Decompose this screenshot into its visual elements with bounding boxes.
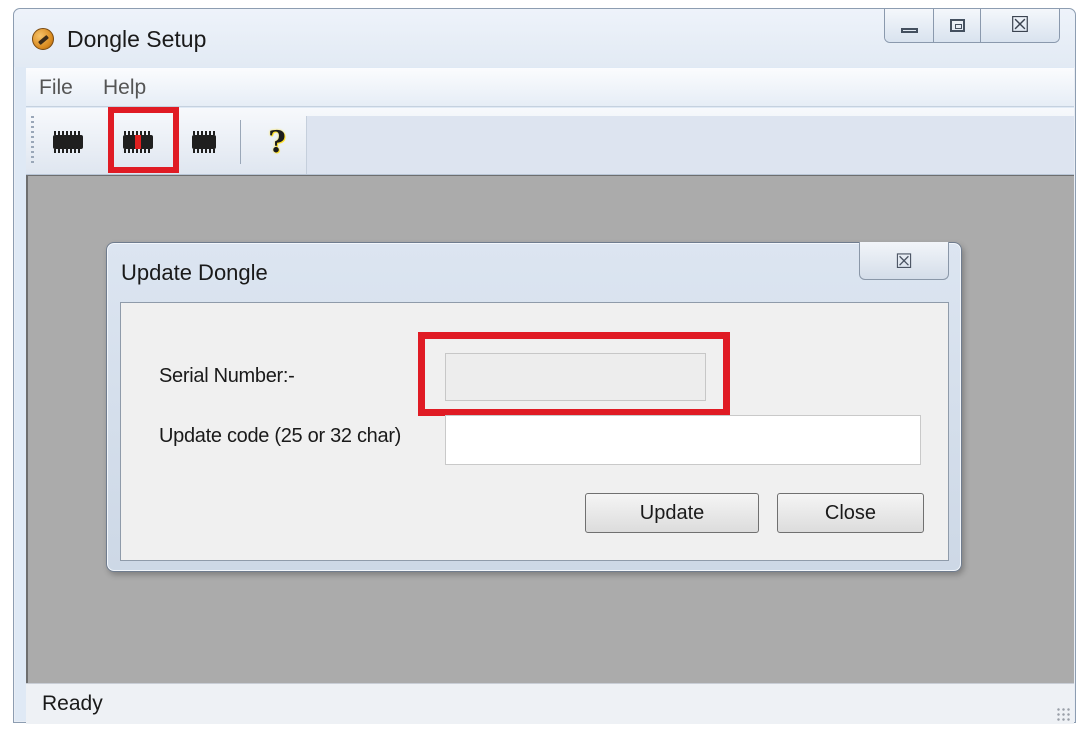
dongle-chip-icon (53, 131, 83, 153)
read-dongle-button[interactable] (46, 120, 90, 164)
maximize-button[interactable] (933, 9, 980, 42)
dongle-hand-icon (192, 131, 216, 153)
minimize-icon (900, 28, 918, 33)
menu-help[interactable]: Help (103, 76, 146, 100)
close-window-button[interactable]: ☒ (980, 9, 1059, 42)
menu-bar: File Help (26, 68, 1074, 107)
status-bar: Ready (26, 683, 1074, 724)
title-bar[interactable]: Dongle Setup ☒ (14, 9, 1075, 67)
close-icon: ☒ (1010, 13, 1030, 38)
resize-grip-icon[interactable] (1056, 707, 1070, 721)
update-dongle-dialog: Update Dongle ☒ Serial Number:- Update c… (106, 242, 962, 572)
dongle-app-icon (32, 28, 54, 50)
status-text: Ready (42, 692, 103, 715)
serial-highlight-box (418, 332, 730, 416)
close-button[interactable]: Close (777, 493, 924, 533)
close-icon: ☒ (895, 248, 913, 273)
toolbar: ? (26, 107, 1074, 175)
maximize-icon (949, 19, 965, 32)
update-button[interactable]: Update (585, 493, 759, 533)
update-code-input[interactable] (445, 415, 921, 465)
dongle-hand-button[interactable] (182, 120, 226, 164)
toolbar-grip[interactable] (31, 116, 34, 166)
update-code-label: Update code (25 or 32 char) (159, 425, 402, 447)
dialog-body: Serial Number:- Update code (25 or 32 ch… (120, 302, 949, 561)
menu-file[interactable]: File (39, 76, 73, 100)
toolbar-empty-area (306, 116, 1074, 174)
help-button[interactable]: ? (255, 120, 299, 164)
dialog-close-button[interactable]: ☒ (859, 242, 949, 280)
dialog-title: Update Dongle (121, 260, 268, 285)
minimize-button[interactable] (885, 9, 933, 42)
caption-buttons: ☒ (884, 9, 1060, 43)
serial-number-label: Serial Number:- (159, 365, 295, 387)
toolbar-separator (240, 120, 241, 164)
toolbar-highlight-box (108, 107, 179, 173)
window-title: Dongle Setup (67, 26, 207, 52)
help-icon: ? (268, 124, 286, 160)
